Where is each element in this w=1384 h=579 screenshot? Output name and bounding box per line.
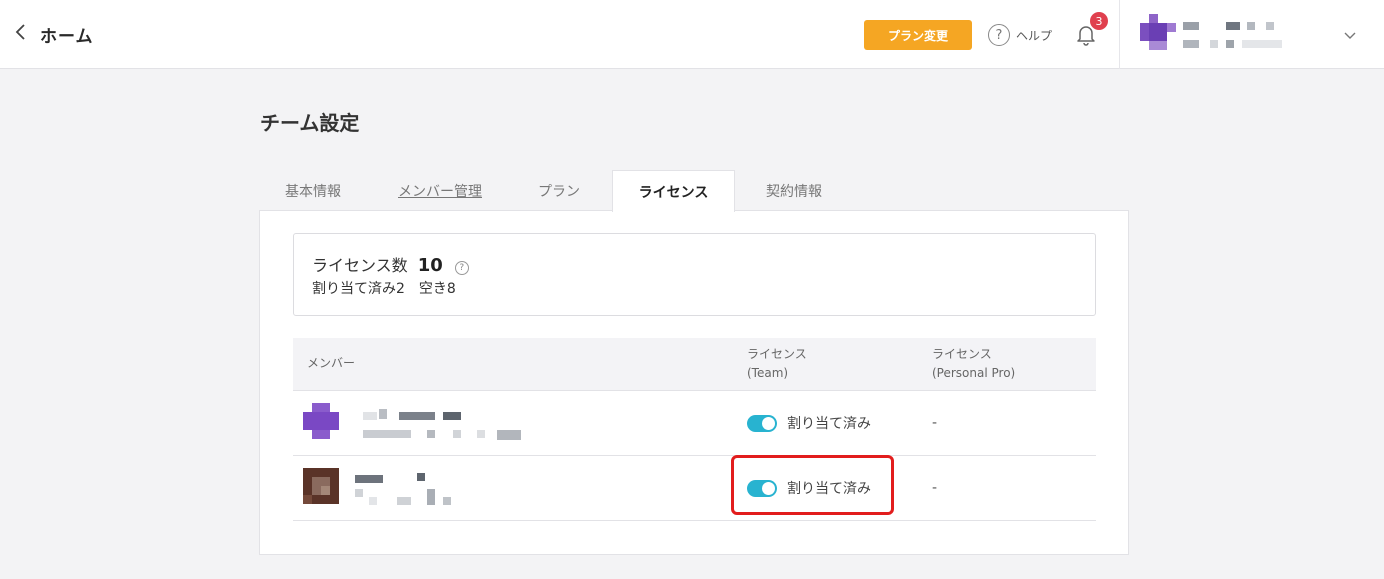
table-header: メンバー ライセンス (Team) ライセンス (Personal Pro) bbox=[293, 338, 1096, 391]
tab-label: 基本情報 bbox=[285, 183, 341, 200]
header-line: (Personal Pro) bbox=[932, 366, 1016, 380]
license-count: 10 bbox=[417, 255, 443, 276]
back-to-home-link[interactable]: ホーム bbox=[14, 20, 94, 48]
tab-contract-info[interactable]: 契約情報 bbox=[742, 170, 846, 211]
column-header-member: メンバー bbox=[307, 356, 356, 370]
change-plan-button[interactable]: プラン変更 bbox=[864, 20, 972, 50]
highlight-box bbox=[731, 455, 894, 515]
tab-basic-info[interactable]: 基本情報 bbox=[260, 170, 366, 211]
personal-pro-license-value: - bbox=[932, 480, 938, 496]
personal-pro-license-value: - bbox=[932, 415, 938, 431]
free-count: 空き8 bbox=[418, 281, 456, 297]
question-circle-icon: ? bbox=[988, 24, 1010, 46]
member-email-blur bbox=[497, 430, 521, 440]
account-name-blur bbox=[1266, 22, 1274, 30]
toggle-switch[interactable] bbox=[747, 414, 777, 432]
member-email-blur bbox=[363, 430, 411, 438]
back-label: ホーム bbox=[40, 26, 94, 47]
column-header-team-license: ライセンス (Team) bbox=[747, 345, 807, 383]
chevron-left-icon bbox=[14, 24, 28, 44]
team-license-status: 割り当て済み bbox=[787, 416, 871, 432]
column-header-personal-pro-license: ライセンス (Personal Pro) bbox=[932, 345, 1015, 383]
header-line: (Team) bbox=[747, 366, 789, 380]
help-icon[interactable]: ? bbox=[454, 261, 469, 275]
member-email-blur bbox=[477, 430, 485, 438]
tab-label: プラン bbox=[538, 183, 580, 200]
header-line: ライセンス bbox=[747, 347, 807, 361]
table-row: 割り当て済み - bbox=[293, 391, 1096, 456]
account-email-blur bbox=[1210, 40, 1218, 48]
member-email-blur bbox=[427, 430, 435, 438]
chevron-down-icon[interactable] bbox=[1343, 27, 1357, 41]
license-summary-card: ライセンス数 10 ? 割り当て済み2 空き8 bbox=[293, 233, 1096, 316]
header-line: ライセンス bbox=[932, 347, 992, 361]
top-bar: ホーム プラン変更 ? ヘルプ 3 bbox=[0, 0, 1384, 69]
tab-label: メンバー管理 bbox=[398, 183, 482, 200]
help-label: ヘルプ bbox=[1016, 28, 1053, 43]
tab-label: ライセンス bbox=[638, 184, 709, 201]
tab-license[interactable]: ライセンス bbox=[612, 170, 735, 212]
account-name-blur bbox=[1226, 22, 1240, 30]
account-email-blur bbox=[1242, 40, 1282, 48]
member-email-blur bbox=[369, 497, 377, 505]
page-title: チーム設定 bbox=[260, 111, 360, 135]
member-email-blur bbox=[355, 489, 363, 497]
member-name-blur bbox=[363, 412, 377, 420]
table-row: 割り当て済み - bbox=[293, 456, 1096, 521]
member-name-blur bbox=[379, 409, 387, 419]
notification-badge: 3 bbox=[1090, 12, 1108, 30]
team-license-toggle[interactable]: 割り当て済み bbox=[747, 413, 871, 433]
member-name-blur bbox=[399, 412, 435, 420]
avatar bbox=[1140, 14, 1176, 50]
member-email-blur bbox=[443, 497, 451, 505]
license-count-label: ライセンス数 bbox=[312, 256, 408, 275]
account-name-blur bbox=[1183, 22, 1199, 30]
help-link[interactable]: ? ヘルプ bbox=[988, 22, 1052, 48]
license-panel: ライセンス数 10 ? 割り当て済み2 空き8 メンバー ライセンス (Team… bbox=[259, 210, 1129, 555]
account-email-blur bbox=[1226, 40, 1234, 48]
member-name-blur bbox=[443, 412, 461, 420]
avatar bbox=[303, 468, 339, 504]
tab-label: 契約情報 bbox=[766, 183, 822, 200]
member-email-blur bbox=[453, 430, 461, 438]
account-name-blur bbox=[1247, 22, 1255, 30]
member-email-blur bbox=[427, 489, 435, 505]
member-email-blur bbox=[397, 497, 411, 505]
bell-icon bbox=[1074, 26, 1098, 50]
member-name-blur bbox=[355, 475, 383, 483]
tab-member-management[interactable]: メンバー管理 bbox=[376, 170, 504, 211]
member-name-blur bbox=[417, 473, 425, 481]
account-email-blur bbox=[1183, 40, 1199, 48]
assigned-count: 割り当て済み2 bbox=[312, 281, 405, 297]
tab-plan[interactable]: プラン bbox=[514, 170, 604, 211]
avatar bbox=[303, 403, 339, 439]
